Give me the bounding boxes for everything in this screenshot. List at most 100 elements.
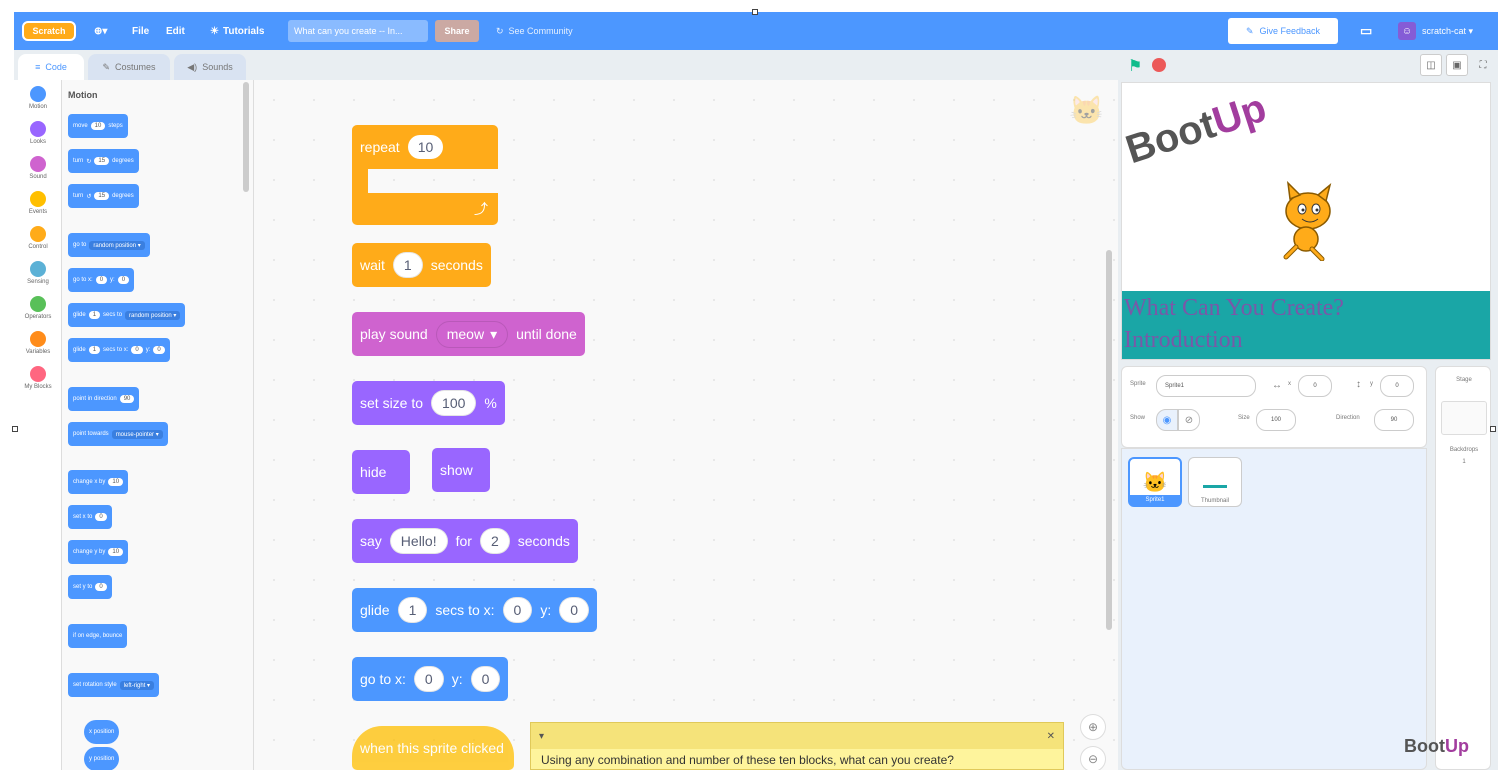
tutorials-menu[interactable]: ☀ Tutorials xyxy=(210,12,264,50)
category-control[interactable]: Control xyxy=(14,226,62,250)
cat-sprite-icon[interactable] xyxy=(1272,181,1344,261)
tab-sounds[interactable]: ◀) Sounds xyxy=(174,54,246,80)
category-motion[interactable]: Motion xyxy=(14,86,62,110)
resize-handle[interactable] xyxy=(1490,426,1496,432)
script-area[interactable]: 🐱 repeat 10 ⤴ wait 1 seconds play sound … xyxy=(254,80,1118,770)
set-size-block[interactable]: set size to 100 % xyxy=(352,381,505,425)
my-stuff-folder-icon[interactable]: ▭ xyxy=(1360,12,1372,50)
block-input[interactable]: 0 xyxy=(153,346,165,354)
wait-block[interactable]: wait 1 seconds xyxy=(352,243,491,287)
tab-costumes[interactable]: ✎ Costumes xyxy=(88,54,170,80)
direction-input[interactable]: 90 xyxy=(1374,409,1414,431)
palette-block-turn-left[interactable]: turn ↺ 15 degrees xyxy=(68,184,139,208)
tab-code[interactable]: ≡ Code xyxy=(18,54,84,80)
size-input[interactable]: 100 xyxy=(1256,409,1296,431)
repeat-count-input[interactable]: 10 xyxy=(407,135,444,159)
give-feedback-button[interactable]: ✎ Give Feedback xyxy=(1228,18,1338,44)
palette-reporter-x-position[interactable]: x position xyxy=(84,720,120,744)
category-variables[interactable]: Variables xyxy=(14,331,62,355)
palette-block-move[interactable]: move 10 steps xyxy=(68,114,128,138)
edit-menu[interactable]: Edit xyxy=(166,12,185,50)
green-flag-icon[interactable]: ⚑ xyxy=(1128,56,1142,76)
zoom-in-button[interactable]: ⊕ xyxy=(1080,714,1106,740)
category-sensing[interactable]: Sensing xyxy=(14,261,62,285)
block-input[interactable]: 90 xyxy=(119,395,135,403)
palette-block-bounce[interactable]: if on edge, bounce xyxy=(68,624,128,648)
block-input[interactable]: 10 xyxy=(108,548,124,556)
stage-selector-pane[interactable]: Stage Backdrops 1 xyxy=(1435,366,1491,770)
scratch-logo[interactable]: Scratch xyxy=(22,21,76,41)
small-stage-icon[interactable]: ◫ xyxy=(1420,54,1442,76)
account-menu[interactable]: ☺ scratch-cat ▾ xyxy=(1398,12,1473,50)
block-input[interactable]: 1 xyxy=(88,346,101,354)
file-menu[interactable]: File xyxy=(132,12,149,50)
block-input[interactable]: 1 xyxy=(397,597,428,623)
resize-handle[interactable] xyxy=(752,9,758,15)
palette-block-change-x[interactable]: change x by 10 xyxy=(68,470,129,494)
play-sound-block[interactable]: play sound meow ▾ until done xyxy=(352,312,585,356)
sprite-tile-thumbnail[interactable]: Thumbnail xyxy=(1188,457,1242,507)
comment-header[interactable]: ▾ ✕ xyxy=(531,723,1063,749)
block-dropdown[interactable]: random position ▾ xyxy=(125,310,181,320)
palette-block-set-y[interactable]: set y to 0 xyxy=(68,575,112,599)
palette-block-point-towards[interactable]: point towards mouse-pointer ▾ xyxy=(68,422,168,446)
category-operators[interactable]: Operators xyxy=(14,296,62,320)
sound-dropdown[interactable]: meow ▾ xyxy=(435,320,509,348)
hide-block[interactable]: hide xyxy=(352,450,410,494)
glide-xy-block[interactable]: glide 1 secs to x: 0 y: 0 xyxy=(352,588,598,632)
block-input[interactable]: 0 xyxy=(413,666,444,692)
y-input[interactable]: 0 xyxy=(1380,375,1414,397)
script-area-scrollbar[interactable] xyxy=(1106,250,1112,630)
palette-block-go-to-xy[interactable]: go to x: 0 y: 0 xyxy=(68,268,135,292)
share-button[interactable]: Share xyxy=(435,20,479,42)
x-input[interactable]: 0 xyxy=(1298,375,1332,397)
collapse-caret-icon[interactable]: ▾ xyxy=(539,731,544,742)
block-input[interactable]: 10 xyxy=(90,122,106,130)
category-events[interactable]: Events xyxy=(14,191,62,215)
show-block[interactable]: show xyxy=(432,448,490,492)
palette-block-turn-right[interactable]: turn ↻ 15 degrees xyxy=(68,149,139,173)
block-input[interactable]: 2 xyxy=(479,528,510,554)
close-icon[interactable]: ✕ xyxy=(1047,731,1055,742)
block-dropdown[interactable]: left-right ▾ xyxy=(119,680,155,690)
block-input[interactable]: 0 xyxy=(470,666,501,692)
show-hidden-icon[interactable]: ⊘ xyxy=(1178,409,1200,431)
category-my-blocks[interactable]: My Blocks xyxy=(14,366,62,390)
block-input[interactable]: 10 xyxy=(108,478,124,486)
category-looks[interactable]: Looks xyxy=(14,121,62,145)
workspace-comment[interactable]: ▾ ✕ Using any combination and number of … xyxy=(530,722,1064,770)
see-community-button[interactable]: ↻ See Community xyxy=(496,12,573,50)
palette-block-set-x[interactable]: set x to 0 xyxy=(68,505,112,529)
block-dropdown[interactable]: random position ▾ xyxy=(89,240,145,250)
block-input[interactable]: 0 xyxy=(131,346,143,354)
zoom-out-button[interactable]: ⊖ xyxy=(1080,746,1106,770)
palette-block-go-to[interactable]: go to random position ▾ xyxy=(68,233,150,257)
resize-handle[interactable] xyxy=(12,426,18,432)
palette-block-point-direction[interactable]: point in direction 90 xyxy=(68,387,140,411)
sprite-tile-sprite1[interactable]: 🐱 Sprite1 xyxy=(1128,457,1182,507)
block-input[interactable]: 0 xyxy=(559,597,590,623)
sprite-name-input[interactable]: Sprite1 xyxy=(1156,375,1256,397)
when-sprite-clicked-block[interactable]: when this sprite clicked xyxy=(352,726,514,770)
palette-block-rotation-style[interactable]: set rotation style left-right ▾ xyxy=(68,673,160,697)
comment-text[interactable]: Using any combination and number of thes… xyxy=(531,749,1063,770)
palette-block-glide-to[interactable]: glide 1 secs to random position ▾ xyxy=(68,303,186,327)
block-input[interactable]: 1 xyxy=(88,311,101,319)
stage-thumbnail[interactable] xyxy=(1441,401,1487,435)
category-sound[interactable]: Sound xyxy=(14,156,62,180)
language-menu[interactable]: ⊕▾ xyxy=(94,12,107,50)
large-stage-icon[interactable]: ▣ xyxy=(1446,54,1468,76)
show-visible-icon[interactable]: ◉ xyxy=(1156,409,1178,431)
palette-reporter-y-position[interactable]: y position xyxy=(84,747,120,770)
repeat-block[interactable]: repeat 10 ⤴ xyxy=(352,125,498,225)
block-input[interactable]: 0 xyxy=(95,513,107,521)
say-for-block[interactable]: say Hello! for 2 seconds xyxy=(352,519,578,563)
project-title-input[interactable]: What can you create -- In... xyxy=(288,20,428,42)
fullscreen-icon[interactable]: ⛶ xyxy=(1472,54,1494,76)
go-to-xy-block[interactable]: go to x: 0 y: 0 xyxy=(352,657,509,701)
palette-block-change-y[interactable]: change y by 10 xyxy=(68,540,129,564)
block-dropdown[interactable]: mouse-pointer ▾ xyxy=(111,429,163,439)
block-input[interactable]: 0 xyxy=(117,276,130,284)
block-input[interactable]: 0 xyxy=(95,276,108,284)
stop-icon[interactable] xyxy=(1152,58,1166,72)
